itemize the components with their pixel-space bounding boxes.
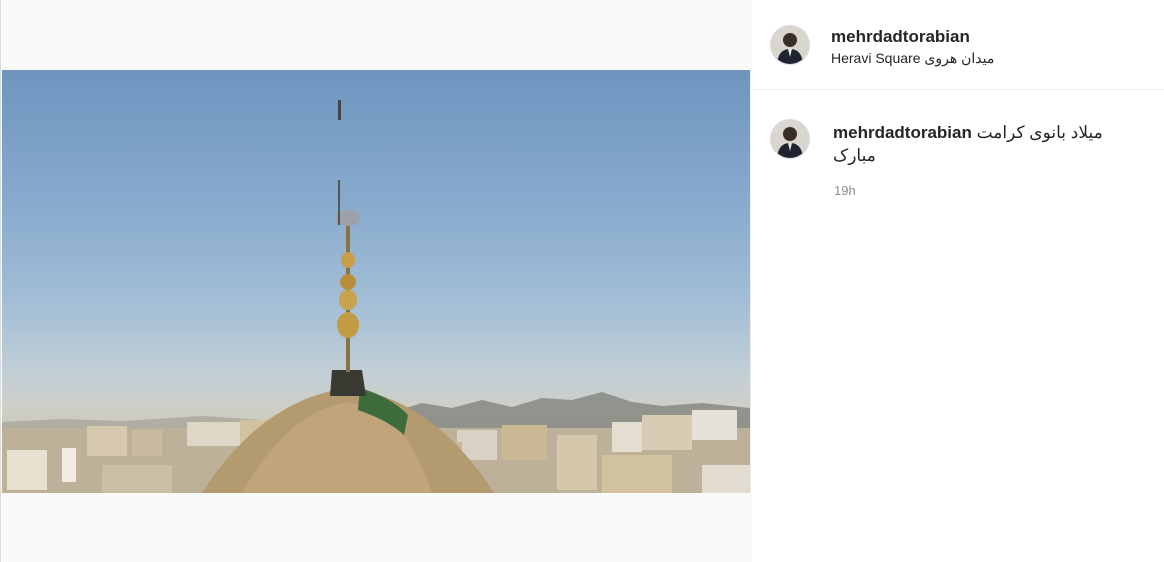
comment-avatar[interactable] bbox=[770, 119, 810, 159]
media-pane bbox=[0, 0, 750, 562]
post-header: mehrdadtorabian Heravi Square میدان هروی bbox=[751, 0, 1164, 90]
post-timestamp[interactable]: 19h bbox=[834, 183, 856, 198]
caption-username[interactable]: mehrdadtorabian bbox=[833, 123, 972, 142]
post-video[interactable] bbox=[2, 70, 750, 493]
location-link[interactable]: Heravi Square میدان هروی bbox=[831, 50, 994, 67]
profile-photo-icon bbox=[771, 26, 809, 64]
avatar[interactable] bbox=[770, 25, 810, 65]
post-sidebar: mehrdadtorabian Heravi Square میدان هروی… bbox=[750, 0, 1164, 562]
video-frame-illustration bbox=[2, 100, 750, 493]
post-caption: mehrdadtorabian میلاد بانوی کرامت مبارک bbox=[833, 121, 1133, 167]
profile-photo-icon bbox=[771, 120, 809, 158]
post-modal: mehrdadtorabian Heravi Square میدان هروی… bbox=[0, 0, 1164, 562]
header-username[interactable]: mehrdadtorabian bbox=[831, 27, 970, 47]
